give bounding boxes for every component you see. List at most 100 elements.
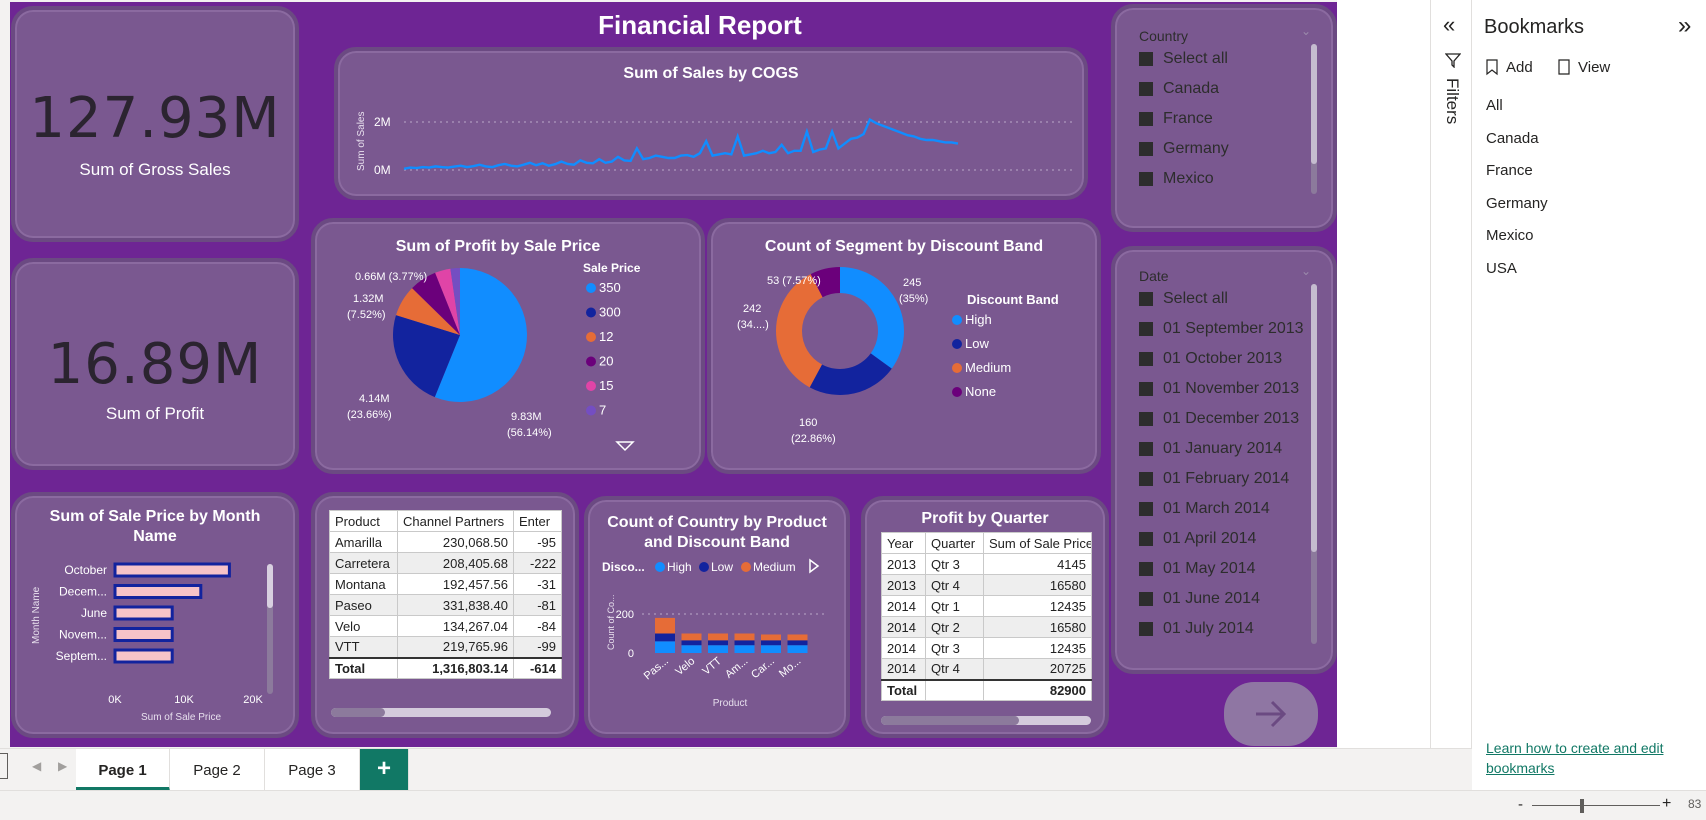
column-header[interactable]: Sum of Sale Price	[983, 532, 1092, 554]
date-item[interactable]: 01 January 2014	[1139, 434, 1311, 464]
legend-next-arrow-icon[interactable]	[809, 558, 820, 574]
horizontal-scrollbar-thumb[interactable]	[881, 716, 1019, 725]
checkbox-icon[interactable]	[1139, 112, 1153, 126]
bar[interactable]	[113, 562, 231, 578]
country-item[interactable]: Germany	[1139, 134, 1309, 164]
pie-chart-card[interactable]: Sum of Profit by Sale Price 0.66M (3.77%…	[311, 218, 705, 474]
tab-page-2[interactable]: Page 2	[170, 749, 265, 791]
bookmark-item[interactable]: All	[1472, 90, 1706, 123]
horizontal-scrollbar-thumb[interactable]	[331, 708, 385, 717]
month-bar-chart-card[interactable]: Sum of Sale Price by Month Name Month Na…	[11, 492, 299, 738]
scrollbar-thumb[interactable]	[267, 564, 273, 608]
stacked-bar-segment[interactable]	[734, 633, 755, 641]
stacked-bar-segment[interactable]	[761, 645, 781, 653]
bar[interactable]	[113, 627, 174, 642]
date-item[interactable]: 01 December 2013	[1139, 404, 1311, 434]
stacked-bar-segment[interactable]	[681, 640, 702, 646]
collapse-pane-icon[interactable]: »	[1678, 12, 1691, 40]
table-row[interactable]: Montana 192,457.56 -31	[329, 573, 562, 595]
checkbox-icon[interactable]	[1139, 172, 1153, 186]
line-chart-card[interactable]: Sum of Sales by COGS Sum of Sales 2M 0M	[334, 47, 1088, 200]
sales-line-series[interactable]	[403, 117, 959, 170]
column-header[interactable]: Enter	[513, 510, 562, 532]
legend-item[interactable]: 300	[599, 305, 621, 320]
legend-item[interactable]: 15	[599, 378, 613, 393]
stacked-bar-segment[interactable]	[708, 645, 728, 653]
checkbox-icon[interactable]	[1139, 142, 1153, 156]
kpi-card-profit[interactable]: 16.89M Sum of Profit	[11, 258, 299, 470]
bookmark-item[interactable]: Mexico	[1472, 220, 1706, 253]
product-table-card[interactable]: Product Channel Partners Enter Amarilla 230…	[311, 492, 579, 738]
page-nav-box[interactable]	[0, 753, 8, 779]
column-header[interactable]: Quarter	[925, 532, 984, 554]
bookmark-item[interactable]: France	[1472, 155, 1706, 188]
checkbox-icon[interactable]	[1139, 472, 1153, 486]
prev-page-icon[interactable]: ◀	[32, 759, 41, 773]
scrollbar-thumb[interactable]	[1311, 284, 1317, 552]
checkbox-icon[interactable]	[1139, 82, 1153, 96]
stacked-bar-segment[interactable]	[708, 633, 728, 641]
donut-chart-card[interactable]: Count of Segment by Discount Band 53 (7.…	[707, 218, 1101, 474]
date-item[interactable]: 01 October 2013	[1139, 344, 1311, 374]
table-row[interactable]: Paseo 331,838.40 -81	[329, 594, 562, 616]
country-item[interactable]: Mexico	[1139, 164, 1309, 194]
expand-filters-icon[interactable]: «	[1443, 12, 1455, 38]
table-row[interactable]: 2014 Qtr 4 20725	[881, 658, 1092, 680]
bookmark-item[interactable]: Canada	[1472, 123, 1706, 156]
legend-item[interactable]: High	[667, 560, 692, 574]
help-link[interactable]: Learn how to create and edit bookmarks	[1486, 738, 1696, 778]
date-slicer[interactable]: Date ⌄ Select all 01 September 2013 01 Oct…	[1111, 246, 1337, 674]
table-row[interactable]: 2013 Qtr 4 16580	[881, 574, 1092, 596]
country-slicer[interactable]: Country ⌄ Select all Canada France Germany M…	[1111, 4, 1337, 232]
date-item[interactable]: Select all	[1139, 284, 1311, 314]
date-item[interactable]: 01 June 2014	[1139, 584, 1311, 614]
checkbox-icon[interactable]	[1139, 442, 1153, 456]
column-header[interactable]: Product	[329, 510, 398, 532]
add-bookmark-button[interactable]: Add	[1484, 58, 1533, 76]
legend-item[interactable]: 12	[599, 329, 613, 344]
legend-item[interactable]: Medium	[753, 560, 796, 574]
checkbox-icon[interactable]	[1139, 562, 1153, 576]
legend-item[interactable]: Medium	[965, 360, 1011, 375]
product-table[interactable]: Product Channel Partners Enter Amarilla 230…	[329, 510, 562, 679]
filters-label[interactable]: Filters	[1442, 78, 1462, 124]
checkbox-icon[interactable]	[1139, 622, 1153, 636]
bookmark-item[interactable]: USA	[1472, 253, 1706, 286]
bar[interactable]	[113, 605, 174, 621]
stacked-bar-segment[interactable]	[708, 640, 728, 646]
bar[interactable]	[113, 584, 203, 599]
country-item[interactable]: France	[1139, 104, 1309, 134]
tab-page-1[interactable]: Page 1	[76, 749, 170, 791]
stacked-bar-segment[interactable]	[734, 640, 755, 646]
legend-item[interactable]: Low	[965, 336, 989, 351]
tab-page-3[interactable]: Page 3	[265, 749, 360, 791]
slice-high[interactable]	[840, 267, 904, 369]
country-item[interactable]: Canada	[1139, 74, 1309, 104]
checkbox-icon[interactable]	[1139, 292, 1153, 306]
view-bookmark-button[interactable]: View	[1556, 58, 1610, 76]
table-row[interactable]: Amarilla 230,068.50 -95	[329, 531, 562, 553]
checkbox-icon[interactable]	[1139, 412, 1153, 426]
stacked-bar-segment[interactable]	[787, 634, 808, 641]
filters-pane[interactable]: « Filters	[1430, 0, 1472, 748]
stacked-bar-segment[interactable]	[655, 633, 675, 642]
stacked-chart-card[interactable]: Count of Country by Product and Discount…	[584, 496, 850, 738]
kpi-card-gross-sales[interactable]: 127.93M Sum of Gross Sales	[11, 6, 299, 242]
table-row[interactable]: 2014 Qtr 3 12435	[881, 637, 1092, 659]
country-item[interactable]: Select all	[1139, 44, 1309, 74]
column-header[interactable]: Channel Partners	[397, 510, 514, 532]
bookmark-item[interactable]: Germany	[1472, 188, 1706, 221]
chevron-down-icon[interactable]: ⌄	[1301, 264, 1311, 278]
add-page-button[interactable]: +	[360, 749, 409, 791]
stacked-bar-segment[interactable]	[787, 645, 808, 653]
checkbox-icon[interactable]	[1139, 52, 1153, 66]
stacked-bar-segment[interactable]	[734, 645, 755, 653]
table-row[interactable]: Carretera 208,405.68 -222	[329, 552, 562, 574]
more-legend-icon[interactable]	[615, 441, 635, 452]
checkbox-icon[interactable]	[1139, 592, 1153, 606]
quarter-table[interactable]: Year Quarter Sum of Sale Price 2013 Qtr 3 41…	[881, 532, 1092, 701]
legend-item[interactable]: High	[965, 312, 992, 327]
checkbox-icon[interactable]	[1139, 502, 1153, 516]
checkbox-icon[interactable]	[1139, 382, 1153, 396]
zoom-slider-thumb[interactable]	[1580, 799, 1584, 813]
